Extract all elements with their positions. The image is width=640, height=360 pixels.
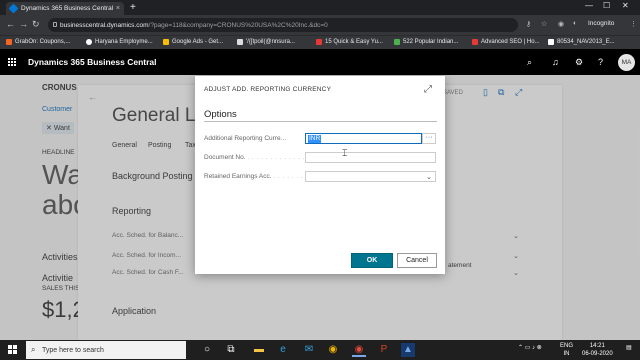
browser-tab-bar: Dynamics 365 Business Central × + — ☐ ✕ — [0, 0, 640, 15]
app-launcher-icon[interactable] — [8, 58, 16, 66]
search-icon[interactable]: ⌕ — [527, 57, 532, 68]
new-tab-button[interactable]: + — [130, 2, 136, 13]
ok-button[interactable]: OK — [351, 253, 393, 268]
app-title[interactable]: Dynamics 365 Business Central — [28, 57, 157, 67]
clock[interactable]: 14:21 06-09-2020 — [582, 342, 613, 358]
taskbar-search-input[interactable]: ⌕ Type here to search — [26, 341, 186, 359]
chrome-active-icon[interactable]: ◉ — [352, 343, 366, 357]
url-input[interactable]: businesscentral.dynamics.com/?page=118&c… — [48, 18, 518, 32]
edge-icon[interactable]: e — [276, 343, 290, 357]
minimize-icon[interactable]: — — [585, 1, 593, 10]
bookmark-item[interactable]: GrabOn: Coupons,... — [6, 39, 70, 45]
bookmark-icon — [163, 39, 169, 45]
section-divider — [204, 121, 437, 122]
notification-icon[interactable]: ▤ — [626, 344, 632, 351]
expand-icon[interactable]: ⤢ — [424, 84, 432, 95]
reload-icon[interactable]: ↻ — [32, 19, 40, 30]
tab-close-icon[interactable]: × — [116, 5, 120, 12]
browser-tab[interactable]: Dynamics 365 Business Central × — [6, 2, 124, 15]
url-host: businesscentral.dynamics.com — [60, 21, 149, 29]
bookmark-icon — [6, 39, 12, 45]
bookmark-item[interactable]: Haryana Employme... — [86, 39, 153, 45]
bookmark-icon — [316, 39, 322, 45]
mail-icon[interactable]: ✉ — [302, 343, 316, 357]
search-placeholder: Type here to search — [42, 346, 104, 354]
adjust-reporting-currency-dialog: ADJUST ADD. REPORTING CURRENCY ⤢ Options… — [195, 76, 445, 274]
field-value: INR — [308, 135, 322, 143]
gear-icon[interactable]: ⚙ — [575, 57, 583, 68]
file-explorer-icon[interactable]: ▬ — [252, 343, 266, 357]
chevron-down-icon: ⌄ — [426, 174, 432, 181]
options-heading[interactable]: Options — [204, 109, 237, 120]
windows-start-icon[interactable] — [8, 345, 18, 355]
bookmark-icon — [86, 39, 92, 45]
cancel-button[interactable]: Cancel — [397, 253, 437, 268]
additional-reporting-currency-label: Additional Reporting Curre... — [204, 135, 287, 142]
tray-icons[interactable]: ⌃ ▭ ♪ ⊗ — [518, 344, 542, 351]
taskbar: ⌕ Type here to search ○ ⧉ ▬ e ✉ ◉ ◉ P ▲ … — [0, 340, 640, 360]
avatar[interactable]: MA — [618, 54, 635, 71]
retained-earnings-label: Retained Earnings Acc. . . . . . . . — [204, 173, 304, 180]
app-icon[interactable]: ▲ — [401, 343, 415, 357]
extension-icon[interactable]: ◉ — [558, 20, 564, 28]
key-icon[interactable]: ⚷ — [526, 20, 531, 28]
task-view-icon[interactable]: ⧉ — [224, 343, 238, 357]
retained-earnings-select[interactable]: ⌄ — [305, 171, 436, 182]
bookmark-icon — [548, 39, 554, 45]
bookmark-icon — [394, 39, 400, 45]
search-icon: ⌕ — [31, 345, 36, 354]
bell-icon[interactable]: ♫ — [552, 57, 559, 67]
bookmark-item[interactable]: 522 Popular Indian... — [394, 39, 458, 45]
text-cursor-icon: ⌶ — [342, 148, 348, 158]
window-close-icon[interactable]: ✕ — [622, 1, 629, 10]
bookmark-icon — [472, 39, 478, 45]
bookmark-item[interactable]: Google Ads - Get... — [163, 39, 223, 45]
bookmark-item[interactable]: 15 Quick & Easy Yu... — [316, 39, 383, 45]
bookmarks-bar: GrabOn: Coupons,... Haryana Employme... … — [0, 35, 640, 49]
bookmark-item[interactable]: '/{[tpoil(@nnsura... — [237, 39, 295, 45]
lookup-button[interactable]: ··· — [422, 133, 436, 144]
bookmark-item[interactable]: 80534_NAV2013_E... — [548, 39, 615, 45]
bookmark-icon — [237, 39, 243, 45]
tab-title: Dynamics 365 Business Central — [21, 5, 114, 12]
incognito-icon: ◐ — [573, 20, 578, 27]
chrome-icon[interactable]: ◉ — [326, 343, 340, 357]
dynamics-favicon-icon — [8, 3, 19, 14]
forward-icon[interactable]: → — [19, 19, 28, 29]
app-header: Dynamics 365 Business Central ⌕ ♫ ⚙ ? MA — [0, 49, 640, 75]
incognito-label: Incognito — [588, 20, 615, 27]
powerpoint-icon[interactable]: P — [377, 343, 391, 357]
dialog-title: ADJUST ADD. REPORTING CURRENCY — [204, 86, 332, 93]
additional-reporting-currency-input[interactable]: INR — [305, 133, 422, 144]
star-icon[interactable]: ☆ — [541, 20, 547, 28]
document-no-label: Document No. . . . . . . . . . . . . . — [204, 154, 306, 161]
document-no-input[interactable] — [305, 152, 436, 163]
language-indicator[interactable]: ENG IN — [560, 342, 573, 358]
browser-menu-icon[interactable]: ⋮ — [630, 20, 637, 28]
help-icon[interactable]: ? — [598, 57, 603, 67]
address-bar-row: ← → ↻ businesscentral.dynamics.com/?page… — [0, 15, 640, 35]
cortana-icon[interactable]: ○ — [200, 343, 214, 357]
bookmark-item[interactable]: Advanced SEO | Ho... — [472, 39, 540, 45]
back-icon[interactable]: ← — [6, 19, 15, 29]
url-path: /?page=118&company=CRONUS%20USA%2C%20Inc… — [148, 21, 328, 29]
maximize-icon[interactable]: ☐ — [603, 1, 610, 10]
lock-icon — [53, 22, 57, 27]
